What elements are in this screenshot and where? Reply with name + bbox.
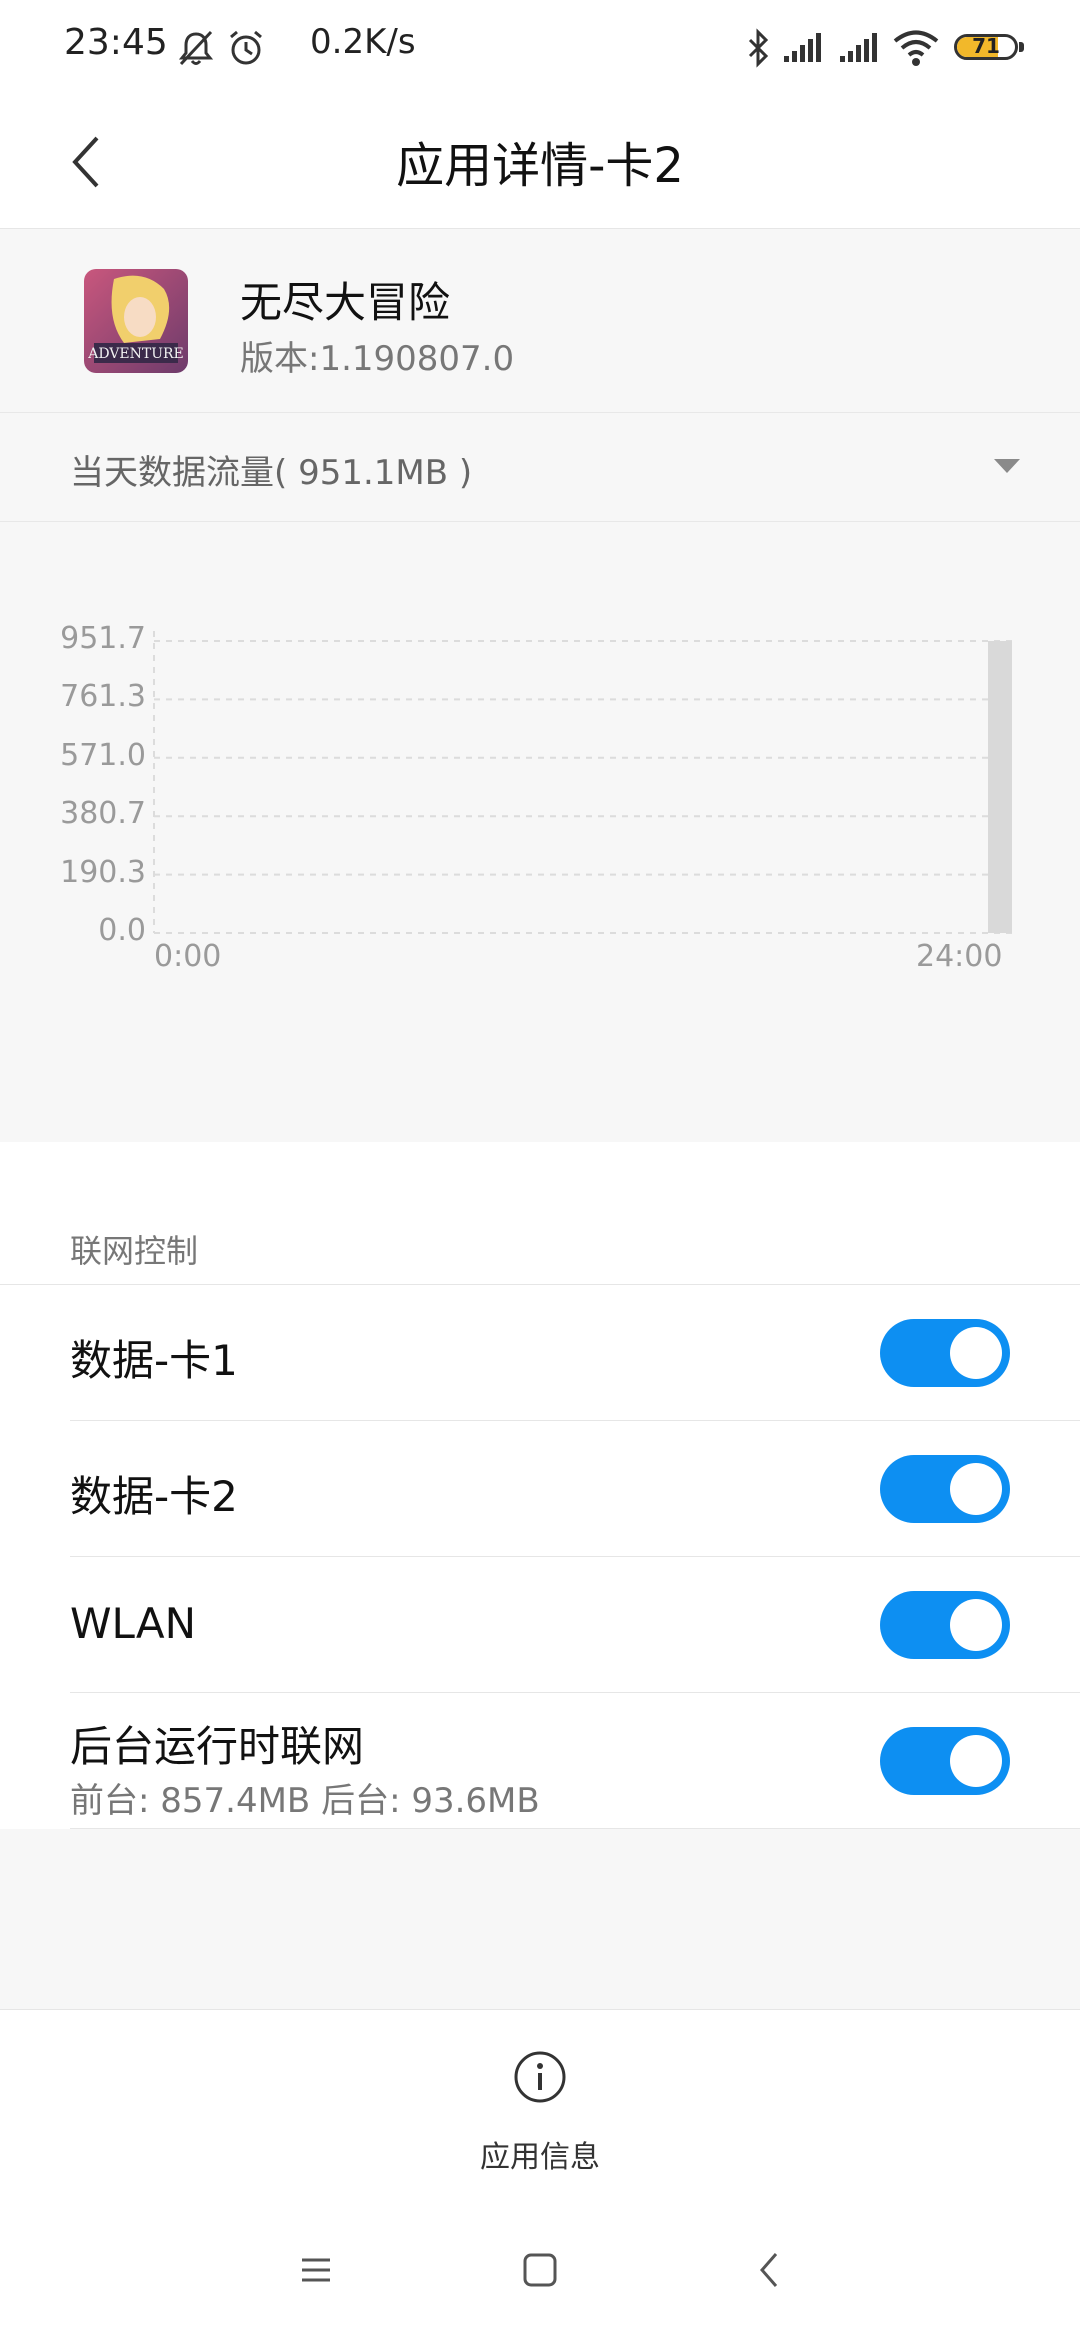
mute-icon xyxy=(176,28,216,72)
item-sublabel: 前台: 857.4MB 后台: 93.6MB xyxy=(70,1781,540,1821)
traffic-label: 当天数据流量( 951.1MB ) xyxy=(70,453,473,493)
list-item-wlan[interactable]: WLAN xyxy=(0,1557,1080,1693)
item-label: 后台运行时联网 xyxy=(70,1722,365,1771)
y-tick-label: 190.3 xyxy=(60,854,146,890)
battery-tip xyxy=(1019,42,1024,52)
app-detail-panel: ADVENTURE 无尽大冒险 版本:1.190807.0 当天数据流量( 95… xyxy=(0,229,1080,1142)
x-tick-label: 0:00 xyxy=(154,939,222,974)
toggle-wlan[interactable] xyxy=(880,1591,1010,1659)
alarm-icon xyxy=(226,28,266,72)
toggle-background-network[interactable] xyxy=(880,1727,1010,1795)
dropdown-arrow-icon xyxy=(994,459,1020,473)
signal-icon xyxy=(838,30,880,68)
y-tick-label: 761.3 xyxy=(60,679,146,715)
bluetooth-icon xyxy=(744,28,772,72)
chevron-left-icon xyxy=(760,2253,778,2287)
page-title: 应用详情-卡2 xyxy=(396,138,684,194)
toggle-data-sim2[interactable] xyxy=(880,1455,1010,1523)
toggle-knob xyxy=(950,1463,1002,1515)
y-tick-label: 951.7 xyxy=(60,621,146,656)
traffic-period-dropdown[interactable]: 当天数据流量( 951.1MB ) xyxy=(0,413,1080,522)
traffic-chart: 951.7 761.3 571.0 380.7 190.3 0.0 0:00 24:00 xyxy=(0,523,1080,1141)
battery-icon: 71 xyxy=(954,34,1018,60)
footer-bar: 应用信息 xyxy=(0,2009,1080,2211)
x-tick-label: 24:00 xyxy=(916,939,1003,974)
list-item-data-sim1[interactable]: 数据-卡1 xyxy=(0,1285,1080,1421)
chart-bar xyxy=(988,641,1012,933)
menu-icon xyxy=(302,2258,330,2282)
status-bar: 23:45 0.2K/s 71 xyxy=(0,0,1080,96)
menu-button[interactable] xyxy=(296,2250,336,2290)
app-name: 无尽大冒险 xyxy=(240,278,451,327)
item-label: WLAN xyxy=(70,1599,197,1648)
info-icon xyxy=(514,2051,566,2103)
app-icon: ADVENTURE xyxy=(84,269,188,373)
app-info-label: 应用信息 xyxy=(480,2140,600,2175)
section-label-network-control: 联网控制 xyxy=(70,1232,199,1270)
home-square-icon xyxy=(523,2253,557,2287)
home-button[interactable] xyxy=(520,2250,560,2290)
app-info-button[interactable]: 应用信息 xyxy=(440,2050,640,2180)
battery-level: 71 xyxy=(972,34,1000,58)
header: 应用详情-卡2 xyxy=(0,96,1080,229)
spacer xyxy=(0,1829,1080,2009)
toggle-knob xyxy=(950,1735,1002,1787)
signal-icon xyxy=(782,30,824,68)
y-tick-label: 571.0 xyxy=(60,737,146,773)
chart-svg xyxy=(153,631,1014,934)
list-item-background-network[interactable]: 后台运行时联网 前台: 857.4MB 后台: 93.6MB xyxy=(0,1693,1080,1829)
app-version: 版本:1.190807.0 xyxy=(240,339,515,379)
wifi-icon xyxy=(892,28,940,72)
network-speed: 0.2K/s xyxy=(310,22,416,62)
toggle-knob xyxy=(950,1599,1002,1651)
system-nav-bar xyxy=(0,2210,1080,2340)
status-time: 23:45 xyxy=(64,22,168,63)
y-tick-label: 380.7 xyxy=(60,796,146,832)
app-summary: ADVENTURE 无尽大冒险 版本:1.190807.0 xyxy=(0,229,1080,413)
list-item-data-sim2[interactable]: 数据-卡2 xyxy=(0,1421,1080,1557)
svg-text:ADVENTURE: ADVENTURE xyxy=(87,346,184,362)
nav-back-button[interactable] xyxy=(750,2250,790,2290)
item-label: 数据-卡1 xyxy=(70,1336,238,1385)
toggle-data-sim1[interactable] xyxy=(880,1319,1010,1387)
toggle-knob xyxy=(950,1327,1002,1379)
y-tick-label: 0.0 xyxy=(98,913,146,948)
item-label: 数据-卡2 xyxy=(70,1472,238,1521)
